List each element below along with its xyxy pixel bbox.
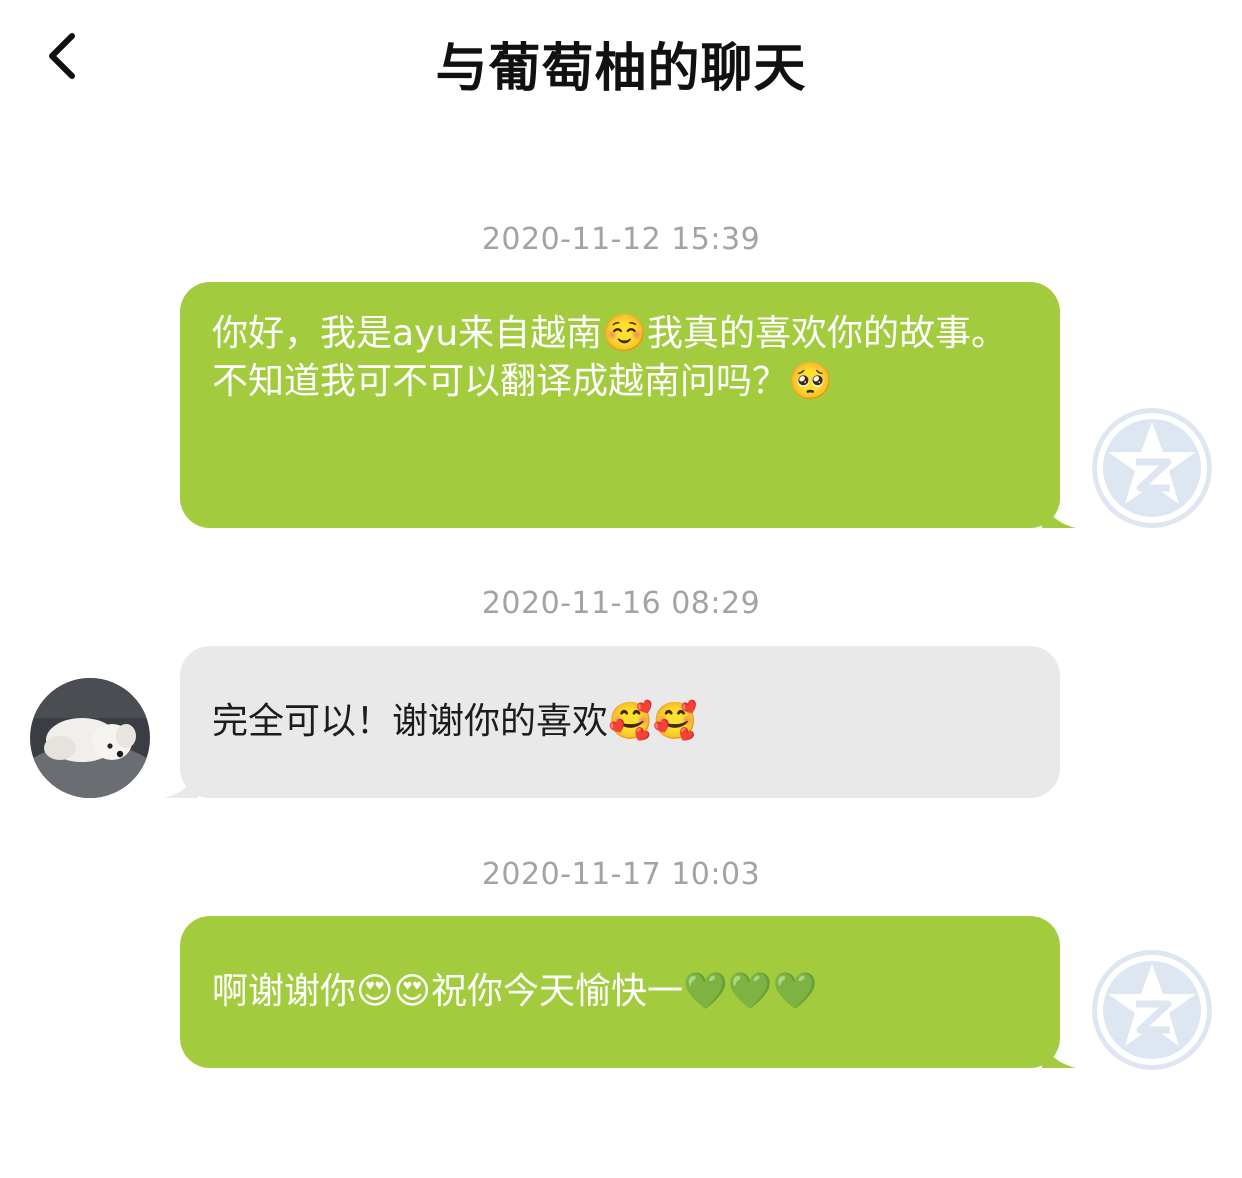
message-timestamp: 2020-11-16 08:29 <box>481 586 761 621</box>
friend-avatar[interactable] <box>30 678 150 798</box>
page-title: 与葡萄柚的聊天 <box>435 39 807 99</box>
message-text: 啊谢谢你😍😍祝你今天愉快一💚💚💚 <box>212 971 818 1012</box>
sent-message-bubble[interactable]: 你好，我是ayu来自越南☺️我真的喜欢你的故事。不知道我可不可以翻译成越南问吗？… <box>180 282 1076 528</box>
my-avatar[interactable] <box>1092 408 1212 528</box>
bubble-tail <box>1042 498 1076 528</box>
message-text: 完全可以！谢谢你的喜欢🥰🥰 <box>212 701 698 742</box>
bubble-tail <box>164 768 198 798</box>
dog-photo-avatar <box>30 678 150 798</box>
chat-header: 与葡萄柚的聊天 <box>0 0 1242 112</box>
my-avatar[interactable] <box>1092 950 1212 1070</box>
received-message-bubble[interactable]: 完全可以！谢谢你的喜欢🥰🥰 <box>164 646 1060 798</box>
bubble-tail <box>1042 1038 1076 1068</box>
sent-message-bubble[interactable]: 啊谢谢你😍😍祝你今天愉快一💚💚💚 <box>180 916 1076 1068</box>
default-star-avatar-icon <box>1092 408 1212 528</box>
message-text: 你好，我是ayu来自越南☺️我真的喜欢你的故事。不知道我可不可以翻译成越南问吗？… <box>212 313 1008 402</box>
message-timestamp: 2020-11-12 15:39 <box>481 222 761 257</box>
message-timestamp: 2020-11-17 10:03 <box>481 857 761 892</box>
default-star-avatar-icon <box>1092 950 1212 1070</box>
